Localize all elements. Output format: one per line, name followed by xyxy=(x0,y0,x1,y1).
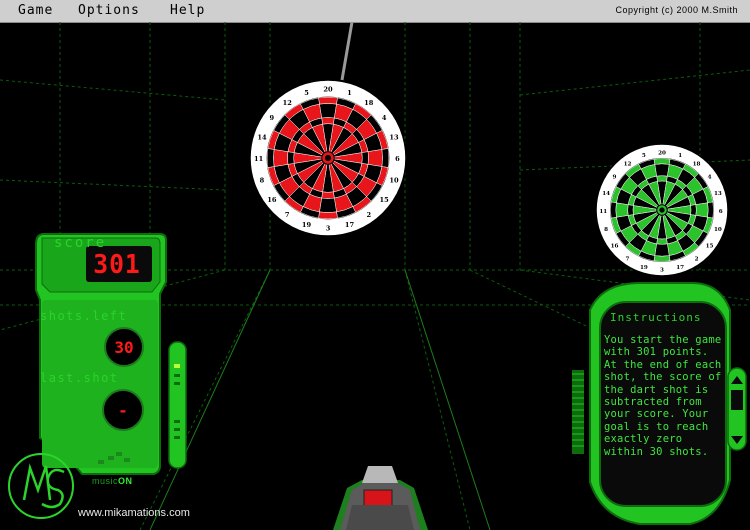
board-number: 2 xyxy=(695,257,699,263)
board-number: 1 xyxy=(347,89,352,97)
last-shot-value: - xyxy=(102,389,144,431)
board-number: 9 xyxy=(270,114,275,122)
board-number: 4 xyxy=(382,114,387,122)
last-shot-label: last.shot xyxy=(40,371,119,385)
site-url[interactable]: www.mikamations.com xyxy=(78,507,190,519)
board-number: 14 xyxy=(602,191,610,197)
board-number: 18 xyxy=(693,161,701,167)
board-number: 9 xyxy=(613,174,617,180)
score-value: 301 xyxy=(93,250,141,280)
scroll-thumb[interactable] xyxy=(731,390,743,410)
board-number: 19 xyxy=(640,265,648,271)
instructions-text: You start the game with 301 points. At t… xyxy=(604,334,722,458)
board-number: 2 xyxy=(366,211,371,219)
board-number: 20 xyxy=(658,150,666,156)
board-number: 10 xyxy=(714,227,722,233)
board-number: 16 xyxy=(267,196,277,204)
board-number: 4 xyxy=(708,174,712,180)
ms-logo xyxy=(8,453,74,519)
board-number: 17 xyxy=(676,265,684,271)
board-number: 5 xyxy=(304,89,309,97)
green-dartboard[interactable]: 20 1 18 4 13 6 10 15 2 17 3 19 7 16 8 11 14 9 12 5 xyxy=(595,143,729,277)
board-number: 8 xyxy=(604,227,608,233)
board-number: 15 xyxy=(706,244,714,250)
board-number: 11 xyxy=(254,155,263,163)
dart-launcher xyxy=(333,466,428,530)
board-number: 13 xyxy=(714,191,722,197)
board-number: 11 xyxy=(599,209,607,215)
music-toggle[interactable]: musicON xyxy=(92,476,133,486)
board-number: 19 xyxy=(302,221,312,229)
board-number: 17 xyxy=(345,221,355,229)
menu-bar: Game Options Help Copyright (c) 2000 M.S… xyxy=(0,0,750,23)
red-dartboard[interactable]: 20 1 18 4 13 6 10 15 2 17 3 19 7 16 8 11 14 9 12 5 xyxy=(249,79,407,237)
board-number: 13 xyxy=(389,134,399,142)
music-state: ON xyxy=(118,476,133,486)
board-number: 16 xyxy=(611,244,619,250)
shots-left-value: 30 xyxy=(104,327,144,367)
menu-game[interactable]: Game xyxy=(18,3,53,18)
board-number: 14 xyxy=(257,134,267,142)
board-number: 5 xyxy=(642,153,646,159)
board-number: 15 xyxy=(380,196,390,204)
board-number: 12 xyxy=(624,161,632,167)
menu-options[interactable]: Options xyxy=(78,3,140,18)
board-number: 6 xyxy=(395,155,400,163)
board-number: 20 xyxy=(323,86,333,94)
shots-left-label: shots.left xyxy=(40,309,128,323)
menu-help[interactable]: Help xyxy=(170,3,205,18)
board-number: 3 xyxy=(660,268,664,274)
board-hanger xyxy=(340,22,354,81)
score-label: score xyxy=(54,235,107,251)
board-number: 12 xyxy=(283,99,293,107)
board-number: 1 xyxy=(678,153,682,159)
music-label: music xyxy=(92,476,119,486)
board-number: 3 xyxy=(326,224,331,232)
board-number: 6 xyxy=(719,209,723,215)
copyright-text: Copyright (c) 2000 M.Smith xyxy=(615,5,738,15)
board-number: 7 xyxy=(285,211,290,219)
board-number: 18 xyxy=(364,99,374,107)
instructions-title: Instructions xyxy=(610,311,702,324)
board-number: 7 xyxy=(626,257,630,263)
board-number: 10 xyxy=(389,176,399,184)
board-number: 8 xyxy=(260,176,265,184)
